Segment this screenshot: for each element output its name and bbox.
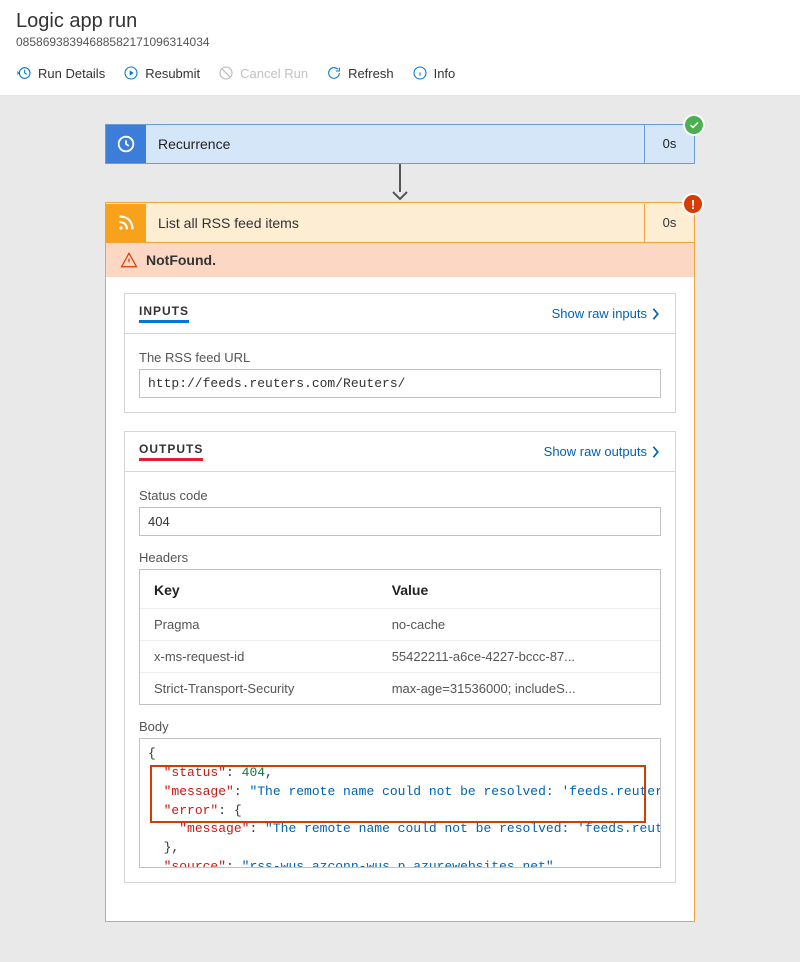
run-id: 08586938394688582171096314034 xyxy=(16,35,784,49)
error-text: NotFound. xyxy=(146,252,216,268)
success-badge xyxy=(683,114,705,136)
show-raw-outputs-label: Show raw outputs xyxy=(544,444,647,459)
headers-col-key: Key xyxy=(140,570,378,609)
inputs-section: INPUTS Show raw inputs The RSS feed URL … xyxy=(124,293,676,413)
step-rss-title: List all RSS feed items xyxy=(146,215,644,231)
cancel-run-button: Cancel Run xyxy=(218,65,308,81)
warning-icon xyxy=(120,251,138,269)
headers-col-value: Value xyxy=(378,570,660,609)
info-icon xyxy=(412,65,428,81)
step-recurrence-title: Recurrence xyxy=(146,136,644,152)
feed-url-label: The RSS feed URL xyxy=(139,350,661,365)
run-details-button[interactable]: Run Details xyxy=(16,65,105,81)
table-row: Strict-Transport-Securitymax-age=3153600… xyxy=(140,673,660,705)
connector-arrow xyxy=(16,164,784,202)
refresh-label: Refresh xyxy=(348,66,394,81)
step-rss: List all RSS feed items 0s ! NotFound. I… xyxy=(105,202,695,922)
workflow-canvas: Recurrence 0s List all RSS feed items 0s… xyxy=(0,96,800,962)
header-value: no-cache xyxy=(378,609,660,641)
header-key: x-ms-request-id xyxy=(140,641,378,673)
info-button[interactable]: Info xyxy=(412,65,456,81)
status-code-value: 404 xyxy=(139,507,661,536)
body-label: Body xyxy=(139,719,661,734)
header-key: Strict-Transport-Security xyxy=(140,673,378,705)
cancel-run-label: Cancel Run xyxy=(240,66,308,81)
history-icon xyxy=(16,65,32,81)
refresh-icon xyxy=(326,65,342,81)
header-value: max-age=31536000; includeS... xyxy=(378,673,660,705)
feed-url-value: http://feeds.reuters.com/Reuters/ xyxy=(139,369,661,398)
table-row: x-ms-request-id55422211-a6ce-4227-bccc-8… xyxy=(140,641,660,673)
outputs-section: OUTPUTS Show raw outputs Status code 404… xyxy=(124,431,676,883)
resubmit-label: Resubmit xyxy=(145,66,200,81)
step-rss-header[interactable]: List all RSS feed items 0s ! xyxy=(106,203,694,243)
clock-icon xyxy=(106,125,146,163)
table-row: Pragmano-cache xyxy=(140,609,660,641)
header-value: 55422211-a6ce-4227-bccc-87... xyxy=(378,641,660,673)
page-title: Logic app run xyxy=(16,10,784,33)
show-raw-inputs-link[interactable]: Show raw inputs xyxy=(552,306,661,321)
outputs-heading: OUTPUTS xyxy=(139,442,203,461)
cancel-icon xyxy=(218,65,234,81)
chevron-right-icon xyxy=(651,445,661,459)
body-box: { "status": 404, "message": "The remote … xyxy=(139,738,661,868)
inputs-heading: INPUTS xyxy=(139,304,189,323)
body-json-scroll[interactable]: { "status": 404, "message": "The remote … xyxy=(140,739,660,867)
play-circle-icon xyxy=(123,65,139,81)
toolbar: Run Details Resubmit Cancel Run Refresh … xyxy=(0,53,800,96)
refresh-button[interactable]: Refresh xyxy=(326,65,394,81)
run-details-label: Run Details xyxy=(38,66,105,81)
headers-box: Key Value Pragmano-cachex-ms-request-id5… xyxy=(139,569,661,705)
resubmit-button[interactable]: Resubmit xyxy=(123,65,200,81)
error-strip: NotFound. xyxy=(106,243,694,277)
show-raw-inputs-label: Show raw inputs xyxy=(552,306,647,321)
info-label: Info xyxy=(434,66,456,81)
show-raw-outputs-link[interactable]: Show raw outputs xyxy=(544,444,661,459)
headers-scroll[interactable]: Key Value Pragmano-cachex-ms-request-id5… xyxy=(140,570,660,704)
chevron-right-icon xyxy=(651,307,661,321)
step-recurrence[interactable]: Recurrence 0s xyxy=(105,124,695,164)
rss-icon xyxy=(106,204,146,242)
header-key: Pragma xyxy=(140,609,378,641)
error-badge: ! xyxy=(682,193,704,215)
headers-label: Headers xyxy=(139,550,661,565)
status-code-label: Status code xyxy=(139,488,661,503)
